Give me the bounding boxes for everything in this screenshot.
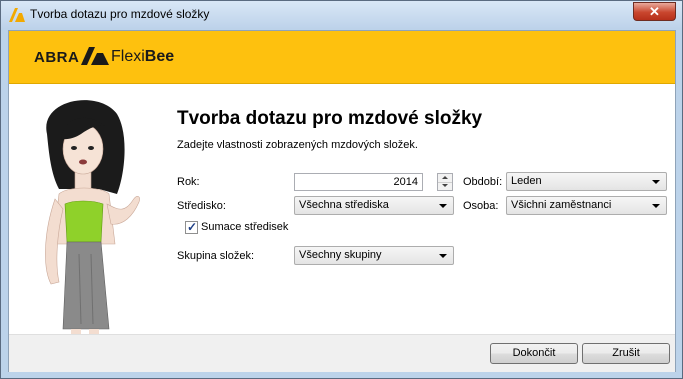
logo-flexibee-text: FlexiBee xyxy=(111,48,175,65)
sumace-label[interactable]: Sumace středisek xyxy=(201,221,288,233)
close-button[interactable]: ✕ xyxy=(633,2,676,21)
stredisko-value: Všechna střediska xyxy=(299,199,389,211)
abra-logo-icon xyxy=(9,8,25,22)
button-bar: Dokončit Zrušit xyxy=(9,334,675,372)
logo-abra-text: ABRA xyxy=(34,49,80,66)
chevron-down-icon xyxy=(652,204,660,208)
stredisko-select[interactable]: Všechna střediska xyxy=(294,196,454,215)
osoba-select[interactable]: Všichni zaměstnanci xyxy=(506,196,667,215)
skupina-select[interactable]: Všechny skupiny xyxy=(294,246,454,265)
flexibee-logo-icon xyxy=(81,47,109,65)
obdobi-select[interactable]: Leden xyxy=(506,172,667,191)
cancel-button[interactable]: Zrušit xyxy=(582,343,670,364)
brand-header: ABRA FlexiBee xyxy=(9,31,675,84)
finish-button[interactable]: Dokončit xyxy=(490,343,578,364)
stredisko-label: Středisko: xyxy=(177,200,226,212)
sumace-checkbox[interactable]: ✓ xyxy=(185,220,198,234)
page-heading: Tvorba dotazu pro mzdové složky xyxy=(177,108,483,129)
dialog-client: ABRA FlexiBee Tvorba dotazu pro mzdové s… xyxy=(8,30,676,372)
skupina-value: Všechny skupiny xyxy=(299,249,382,261)
page-subtitle: Zadejte vlastnosti zobrazených mzdových … xyxy=(177,139,418,151)
chevron-down-icon xyxy=(652,180,660,184)
title-bar[interactable]: Tvorba dotazu pro mzdové složky ✕ xyxy=(1,1,682,29)
skupina-label: Skupina složek: xyxy=(177,250,255,262)
rok-spinner[interactable] xyxy=(437,173,453,191)
window-title: Tvorba dotazu pro mzdové složky xyxy=(30,7,210,21)
rok-label: Rok: xyxy=(177,176,200,188)
spin-down-icon[interactable] xyxy=(438,182,452,190)
close-icon: ✕ xyxy=(649,4,660,19)
wizard-body: Tvorba dotazu pro mzdové složky Zadejte … xyxy=(9,84,675,349)
obdobi-label: Období: xyxy=(463,176,503,188)
checkmark-icon: ✓ xyxy=(187,220,198,234)
obdobi-value: Leden xyxy=(511,175,542,187)
osoba-label: Osoba: xyxy=(463,200,499,212)
chevron-down-icon xyxy=(439,204,447,208)
chevron-down-icon xyxy=(439,254,447,258)
osoba-value: Všichni zaměstnanci xyxy=(511,199,612,211)
dialog-window: Tvorba dotazu pro mzdové složky ✕ ABRA F… xyxy=(0,0,683,379)
rok-input[interactable]: 2014 xyxy=(294,173,423,191)
assistant-character-illustration xyxy=(45,100,140,349)
